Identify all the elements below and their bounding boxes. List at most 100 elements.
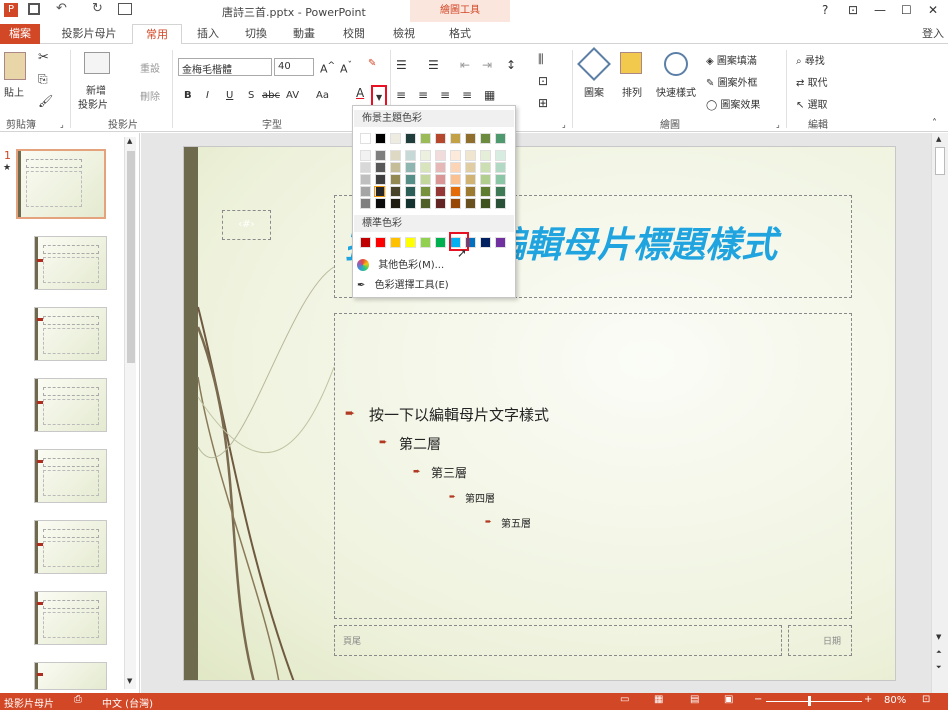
- shape-outline-button[interactable]: ✎ 圖案外框: [706, 74, 758, 89]
- color-swatch[interactable]: [375, 198, 386, 209]
- find-button[interactable]: ⌕ 尋找: [796, 52, 825, 67]
- shadow-button[interactable]: S: [248, 90, 254, 101]
- paste-icon[interactable]: [4, 52, 26, 80]
- tab-home[interactable]: 常用: [132, 24, 182, 44]
- color-swatch[interactable]: [405, 198, 416, 209]
- color-swatch[interactable]: [495, 150, 506, 161]
- color-swatch[interactable]: [480, 198, 491, 209]
- color-swatch[interactable]: [495, 162, 506, 173]
- arrange-icon[interactable]: [620, 52, 642, 74]
- color-swatch[interactable]: [405, 162, 416, 173]
- line-spacing-icon[interactable]: ↕: [506, 58, 516, 72]
- scroll-up-icon[interactable]: ▲: [936, 135, 941, 143]
- color-swatch[interactable]: [495, 133, 506, 144]
- paragraph-dialog-launcher-icon[interactable]: ⌟: [562, 120, 566, 129]
- color-swatch[interactable]: [420, 198, 431, 209]
- smartart-icon[interactable]: ⊞: [538, 96, 548, 110]
- color-swatch[interactable]: [435, 186, 446, 197]
- date-placeholder[interactable]: 日期: [788, 625, 852, 656]
- color-swatch[interactable]: [480, 150, 491, 161]
- color-swatch[interactable]: [375, 133, 386, 144]
- decrease-indent-icon[interactable]: ⇤: [460, 58, 470, 72]
- tab-transitions[interactable]: 切換: [236, 24, 276, 44]
- shape-effects-button[interactable]: ◯ 圖案效果: [706, 96, 760, 111]
- tab-format[interactable]: 格式: [440, 24, 480, 44]
- next-slide-icon[interactable]: ⏷: [936, 663, 942, 672]
- thumbnail-layout[interactable]: [34, 307, 107, 361]
- tab-review[interactable]: 校閱: [334, 24, 374, 44]
- zoom-in-icon[interactable]: +: [864, 694, 872, 705]
- color-swatch[interactable]: [390, 198, 401, 209]
- color-swatch[interactable]: [450, 198, 461, 209]
- color-swatch[interactable]: [495, 198, 506, 209]
- color-swatch[interactable]: [390, 237, 401, 248]
- color-swatch[interactable]: [375, 162, 386, 173]
- normal-view-icon[interactable]: ▭: [620, 694, 629, 705]
- undo-icon[interactable]: ↶: [56, 1, 67, 16]
- color-swatch[interactable]: [450, 150, 461, 161]
- reset-button[interactable]: 重設: [140, 60, 160, 75]
- color-swatch[interactable]: [480, 237, 491, 248]
- color-swatch[interactable]: [480, 186, 491, 197]
- footer-placeholder[interactable]: 頁尾: [334, 625, 782, 656]
- shapes-icon[interactable]: [577, 47, 611, 81]
- cut-icon[interactable]: ✂: [38, 50, 49, 65]
- slide-master[interactable]: ‹#› 按一下以編輯母片標題樣式 ➨ 按一下以編輯母片文字樣式 ➨ 第二層 ➨ …: [183, 146, 896, 681]
- thumbnail-layout[interactable]: [34, 449, 107, 503]
- thumbnail-layout[interactable]: [34, 662, 107, 690]
- color-swatch[interactable]: [390, 150, 401, 161]
- color-swatch[interactable]: [405, 174, 416, 185]
- thumbnail-layout[interactable]: [34, 236, 107, 290]
- color-swatch[interactable]: [360, 237, 371, 248]
- slide-number-placeholder[interactable]: ‹#›: [222, 210, 271, 240]
- format-painter-icon[interactable]: 🖌: [38, 94, 53, 108]
- start-from-beginning-icon[interactable]: [118, 3, 132, 15]
- shape-fill-button[interactable]: ◈ 圖案填滿: [706, 52, 757, 67]
- color-swatch[interactable]: [450, 186, 461, 197]
- color-swatch[interactable]: [390, 133, 401, 144]
- color-swatch[interactable]: [420, 133, 431, 144]
- text-direction-icon[interactable]: ⫼: [538, 52, 544, 67]
- minimize-button[interactable]: —: [874, 3, 886, 17]
- select-button[interactable]: ↖ 選取: [796, 96, 828, 111]
- color-swatch[interactable]: [465, 133, 476, 144]
- body-placeholder[interactable]: ➨ 按一下以編輯母片文字樣式 ➨ 第二層 ➨ 第三層 ➨ 第四層 ➨ 第五層: [334, 313, 852, 619]
- spelling-icon[interactable]: ⎙: [74, 694, 82, 705]
- ribbon-display-button[interactable]: ⊡: [848, 3, 858, 17]
- color-swatch[interactable]: [465, 150, 476, 161]
- dialog-launcher-icon[interactable]: ⌟: [60, 120, 64, 129]
- zoom-slider[interactable]: [766, 701, 862, 702]
- close-button[interactable]: ✕: [928, 3, 938, 17]
- maximize-button[interactable]: ☐: [901, 3, 912, 17]
- color-swatch[interactable]: [420, 150, 431, 161]
- color-swatch[interactable]: [360, 186, 371, 197]
- color-swatch[interactable]: [435, 162, 446, 173]
- scroll-thumb[interactable]: [935, 147, 945, 175]
- sign-in-link[interactable]: 登入: [918, 24, 948, 44]
- thumbnail-master[interactable]: [16, 149, 106, 219]
- color-swatch[interactable]: [420, 162, 431, 173]
- tab-file[interactable]: 檔案: [0, 24, 40, 44]
- arrange-button[interactable]: 排列: [622, 84, 642, 99]
- color-swatch[interactable]: [435, 198, 446, 209]
- more-colors-item[interactable]: 其他色彩(M)...: [357, 256, 513, 274]
- language-label[interactable]: 中文 (台灣): [102, 695, 153, 710]
- color-swatch[interactable]: [435, 133, 446, 144]
- columns-icon[interactable]: ▦: [484, 88, 495, 102]
- fit-to-window-icon[interactable]: ⊡: [922, 694, 930, 705]
- color-swatch[interactable]: [405, 133, 416, 144]
- color-swatch[interactable]: [465, 174, 476, 185]
- slide-show-icon[interactable]: ▣: [724, 694, 733, 705]
- color-swatch[interactable]: [405, 150, 416, 161]
- scroll-down-icon[interactable]: ▼: [127, 677, 132, 685]
- clear-formatting-icon[interactable]: ✎: [368, 58, 376, 69]
- thumbnail-layout[interactable]: [34, 520, 107, 574]
- delete-button[interactable]: 刪除: [140, 88, 160, 103]
- change-case-button[interactable]: Aa: [316, 90, 329, 101]
- scroll-down-icon[interactable]: ▼: [936, 633, 941, 641]
- thumbnail-scrollbar[interactable]: ▲ ▼: [124, 137, 136, 689]
- zoom-slider-thumb[interactable]: [808, 696, 811, 706]
- reading-view-icon[interactable]: ▤: [690, 694, 699, 705]
- color-swatch[interactable]: [495, 237, 506, 248]
- bold-button[interactable]: B: [184, 90, 192, 101]
